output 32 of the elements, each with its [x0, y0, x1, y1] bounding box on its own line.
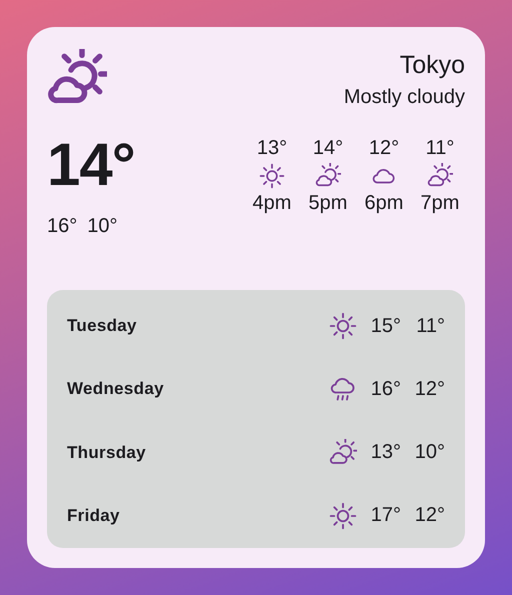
sun-cloud-icon [427, 163, 453, 189]
day-name: Wednesday [67, 379, 164, 400]
low-temperature: 12° [414, 378, 445, 401]
current-temperature: 14° [47, 135, 135, 195]
hour-label: 6pm [364, 192, 404, 215]
hourly-temperature: 13° [256, 137, 288, 160]
low-temperature: 10° [87, 215, 118, 238]
high-temperature: 16° [370, 378, 401, 401]
low-temperature: 11° [415, 314, 445, 338]
sun-cloud-icon [329, 438, 357, 467]
day-name: Friday [67, 506, 120, 526]
sun-icon [259, 163, 285, 189]
hour-label: 4pm [252, 192, 292, 215]
sun-cloud-icon [315, 163, 341, 189]
high-temperature: 13° [370, 441, 401, 464]
sun-icon [329, 502, 357, 530]
low-temperature: 10° [414, 441, 445, 464]
hourly-temperature: 14° [312, 137, 344, 160]
day-name: Thursday [67, 442, 146, 463]
hourly-temperature: 12° [368, 137, 400, 160]
hourly-temperature: 11° [426, 137, 454, 160]
high-temperature: 16° [47, 215, 78, 238]
rain-cloud-icon [329, 375, 357, 404]
hour-label: 5pm [308, 192, 348, 215]
hour-label: 7pm [420, 192, 460, 215]
low-temperature: 12° [414, 504, 445, 528]
city-name: Tokyo [400, 51, 465, 80]
high-temperature: 15° [370, 314, 401, 338]
high-temperature: 17° [370, 504, 401, 528]
sun-icon [329, 312, 357, 340]
condition-text: Mostly cloudy [344, 86, 465, 109]
day-name: Tuesday [67, 316, 137, 336]
